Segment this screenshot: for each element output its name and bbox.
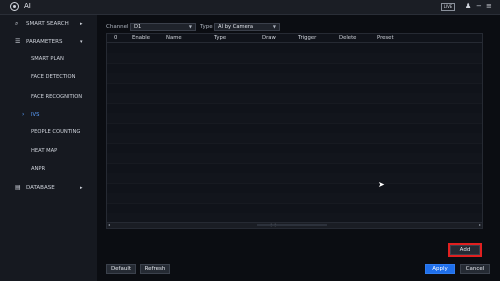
sidebar-item-anpr[interactable]: ANPR	[31, 165, 45, 173]
channel-label: Channel	[106, 24, 129, 30]
menu-icon[interactable]: ≡	[486, 2, 492, 11]
scroll-right-icon[interactable]: ▸	[479, 222, 481, 227]
user-icon[interactable]: ♟	[465, 2, 471, 11]
cancel-button[interactable]: Cancel	[460, 264, 490, 274]
column-header-preset[interactable]: Preset	[377, 34, 394, 42]
database-icon: ▤	[15, 184, 21, 191]
sidebar-item-heat-map[interactable]: HEAT MAP	[31, 147, 57, 155]
rules-table: 0 Enable Name Type Draw Trigger Delete P…	[106, 33, 483, 229]
chevron-down-icon: ▼	[188, 24, 192, 29]
sidebar-item-face-recognition[interactable]: FACE RECOGNITION	[31, 93, 82, 101]
channel-select[interactable]: D1 ▼	[130, 23, 196, 31]
scroll-grip-icon: ⋮⋮	[269, 222, 277, 227]
chevron-down-icon: ▼	[272, 24, 276, 29]
type-select[interactable]: AI by Camera ▼	[214, 23, 280, 31]
title-bar: AI LIVE ♟ − ≡	[0, 0, 500, 15]
apply-button[interactable]: Apply	[425, 264, 455, 274]
default-button[interactable]: Default	[106, 264, 136, 274]
add-button-highlight	[448, 243, 482, 257]
horizontal-scrollbar[interactable]: ◂ ⋮⋮ ▸	[107, 222, 482, 228]
sidebar-item-database[interactable]: ▤ DATABASE ▸	[0, 181, 97, 195]
window-title: AI	[24, 2, 31, 10]
column-header-draw[interactable]: Draw	[262, 34, 276, 42]
sidebar-item-smart-plan[interactable]: SMART PLAN	[31, 55, 64, 63]
type-label: Type	[200, 24, 213, 30]
sidebar-item-face-detection[interactable]: FACE DETECTION	[31, 73, 76, 81]
live-button[interactable]: LIVE	[441, 3, 455, 11]
parameters-icon: ☰	[15, 38, 21, 45]
mouse-cursor-icon: ➤	[378, 180, 385, 189]
chevron-right-icon: ▸	[80, 185, 83, 191]
sidebar-item-ivs[interactable]: IVS	[31, 111, 39, 119]
logo-icon	[10, 2, 19, 11]
column-header-enable[interactable]: Enable	[132, 34, 150, 42]
column-header-delete[interactable]: Delete	[339, 34, 356, 42]
active-indicator: ›	[22, 111, 25, 118]
sidebar-item-people-counting[interactable]: PEOPLE COUNTING	[31, 128, 80, 136]
chevron-right-icon: ▸	[80, 21, 83, 27]
column-header-type[interactable]: Type	[214, 34, 226, 42]
sidebar-item-smart-search[interactable]: ⌕ SMART SEARCH ▸	[0, 17, 97, 31]
chevron-down-icon: ▾	[80, 39, 83, 45]
sidebar-item-parameters[interactable]: ☰ PARAMETERS ▾	[0, 35, 97, 49]
scroll-left-icon[interactable]: ◂	[108, 222, 110, 227]
sidebar: ⌕ SMART SEARCH ▸ ☰ PARAMETERS ▾ SMART PL…	[0, 15, 97, 281]
column-header-trigger[interactable]: Trigger	[298, 34, 316, 42]
minimize-icon[interactable]: −	[476, 2, 482, 11]
scrollbar-thumb[interactable]	[257, 224, 327, 226]
search-icon: ⌕	[15, 20, 19, 27]
refresh-button[interactable]: Refresh	[140, 264, 170, 274]
column-header-index[interactable]: 0	[114, 34, 117, 42]
column-header-name[interactable]: Name	[166, 34, 182, 42]
table-header: 0 Enable Name Type Draw Trigger Delete P…	[107, 34, 482, 43]
